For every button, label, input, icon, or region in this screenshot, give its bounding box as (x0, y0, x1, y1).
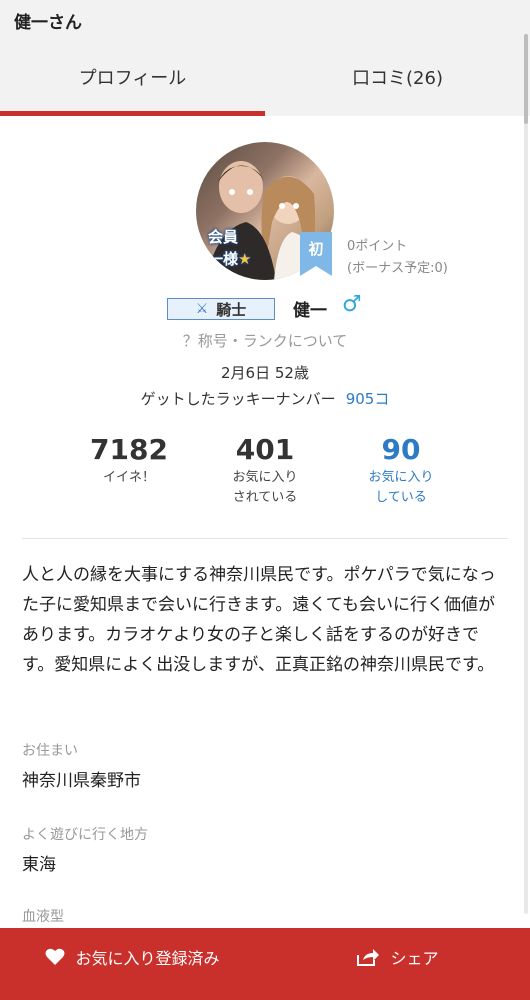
stat-favorited-by[interactable]: 401 お気に入り されている (190, 432, 340, 508)
area-label: よく遊びに行く地方 (22, 827, 148, 843)
section-divider (22, 538, 508, 539)
member-badge-line2: 一様★ (208, 248, 251, 270)
stat-favoriting-label1: お気に入り (368, 470, 434, 485)
scrollbar-thumb[interactable] (524, 34, 528, 124)
rank-label: 初 (308, 240, 324, 258)
member-badge: 会員 一様★ (208, 226, 251, 270)
tab-profile[interactable]: プロフィール (0, 38, 265, 116)
stat-favoriting-label2: している (375, 490, 427, 505)
tab-bar: プロフィール 口コミ(26) (0, 38, 530, 116)
rank-ribbon: 初 (297, 232, 335, 276)
residence-value: 神奈川県秦野市 (22, 771, 141, 791)
favorite-button-label: お気に入り登録済み (75, 949, 220, 968)
crossed-swords-icon: ⚔ (195, 301, 209, 317)
page-title: 健一さん (14, 13, 82, 33)
heart-icon (45, 948, 65, 965)
stat-favoriting[interactable]: 90 お気に入り している (326, 432, 476, 508)
member-badge-line2-text: 一様 (208, 250, 239, 268)
star-icon: ★ (238, 250, 252, 268)
share-button-label: シェア (390, 949, 439, 968)
stat-favorited-by-label2: されている (232, 490, 298, 505)
stat-likes: 7182 イイネ！ (54, 432, 204, 488)
residence-label: お住まい (22, 743, 78, 759)
points-bonus: (ボーナス予定:0) (347, 261, 448, 276)
points-info: 0ポイント (ボーナス予定:0) (347, 236, 448, 280)
stat-favoriting-value: 90 (381, 433, 421, 466)
lucky-label: ゲットしたラッキーナンバー (140, 390, 336, 408)
title-badge-label: 騎士 (216, 300, 247, 319)
lucky-value[interactable]: 905コ (346, 390, 390, 408)
member-badge-line1: 会員 (208, 228, 239, 246)
user-name: 健一 (293, 301, 327, 321)
title-badge: ⚔ 騎士 (167, 298, 275, 320)
bio-text: 人と人の縁を大事にする神奈川県民です。ポケパラで気になった子に愛知県まで会いに行… (22, 565, 496, 675)
share-icon (357, 949, 380, 966)
stat-likes-label: イイネ！ (102, 470, 155, 485)
rank-info-link[interactable]: ？称号・ランクについて (0, 330, 530, 351)
favorite-button[interactable]: お気に入り登録済み (0, 928, 265, 1000)
tab-reviews[interactable]: 口コミ(26) (265, 38, 530, 116)
stats-row: 7182 イイネ！ 401 お気に入り されている 90 お気に入り している (0, 432, 530, 522)
name-row: ⚔ 騎士 健一 ♂ (0, 292, 530, 324)
lucky-number: ゲットしたラッキーナンバー 905コ (0, 388, 530, 409)
top-header: 健一さん (0, 0, 530, 38)
stat-favorited-by-label1: お気に入り (232, 470, 298, 485)
male-icon: ♂ (342, 292, 362, 317)
area-value: 東海 (22, 855, 56, 875)
stat-favorited-by-value: 401 (235, 433, 295, 466)
bottom-action-bar: お気に入り登録済み シェア (0, 928, 530, 1000)
stat-likes-value: 7182 (90, 433, 168, 466)
points-current: 0ポイント (347, 239, 408, 254)
share-button[interactable]: シェア (265, 928, 530, 1000)
birth-age: 2月6日 52歳 (221, 364, 309, 382)
blood-type-label: 血液型 (22, 909, 64, 925)
